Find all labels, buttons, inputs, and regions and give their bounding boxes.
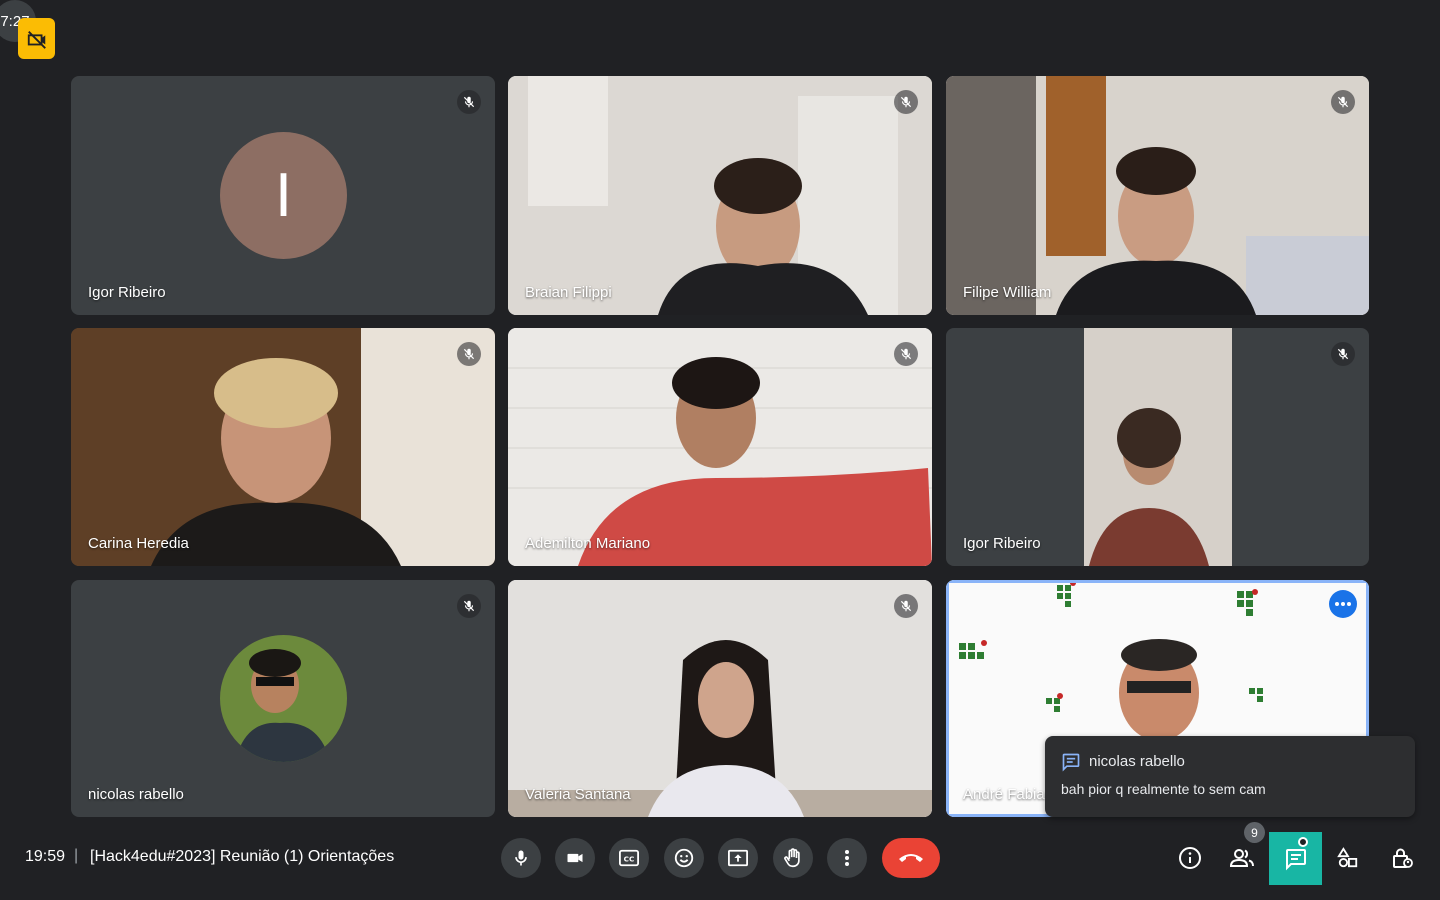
chat-button[interactable] [1269,832,1322,885]
host-controls-button[interactable] [1382,838,1422,878]
more-options-button[interactable] [1329,590,1357,618]
chat-notification[interactable]: nicolas rabello bah pior q realmente to … [1045,736,1415,817]
video-feed [508,328,932,566]
mic-off-icon [457,90,481,114]
people-count-badge: 9 [1244,822,1265,843]
mic-off-icon [894,594,918,618]
closed-captions-icon: CC [619,849,639,867]
avatar [220,635,347,762]
participant-tile[interactable]: nicolas rabello [71,580,495,817]
mic-off-icon [894,90,918,114]
participant-name: Braian Filippi [525,284,612,301]
no-camera-warning-icon [27,30,46,49]
emoji-icon [674,848,694,868]
avatar: I [220,132,347,259]
participant-name: Carina Heredia [88,535,189,552]
chat-icon [1062,753,1080,772]
chat-icon [1285,848,1306,870]
participant-name: nicolas rabello [88,786,184,803]
participant-name: André Fabia [963,786,1045,803]
video-feed [1084,328,1232,566]
participant-tile[interactable]: I Igor Ribeiro [71,76,495,315]
more-horizontal-icon [1335,602,1351,606]
mic-off-icon [1331,342,1355,366]
camera-button[interactable] [555,838,595,878]
separator: | [74,847,79,864]
mic-off-icon [1331,90,1355,114]
clock: 19:59 [25,848,66,865]
people-button[interactable] [1222,838,1262,878]
more-options-button[interactable] [827,838,867,878]
video-feed [71,328,495,566]
participant-name: Filipe William [963,284,1052,301]
mic-off-icon [457,594,481,618]
hang-up-icon [899,854,923,862]
participant-name: Igor Ribeiro [88,284,166,301]
raise-hand-button[interactable] [773,838,813,878]
svg-text:CC: CC [624,855,635,864]
microphone-button[interactable] [501,838,541,878]
info-icon [1179,847,1201,869]
video-feed [946,76,1369,315]
microphone-icon [515,850,527,866]
people-icon [1229,849,1254,867]
reactions-button[interactable] [664,838,704,878]
participant-tile[interactable]: Igor Ribeiro [946,328,1369,566]
more-vertical-icon [845,850,849,866]
present-screen-button[interactable] [718,838,758,878]
participant-name: Valeria Santana [525,786,631,803]
video-feed [508,76,932,315]
participant-name: Ademilton Mariano [525,535,651,552]
mic-off-icon [894,342,918,366]
participant-tile[interactable]: Filipe William [946,76,1369,315]
unread-dot [1298,837,1308,847]
activities-icon [1337,847,1358,868]
activities-button[interactable] [1328,838,1368,878]
mic-off-icon [457,342,481,366]
control-bar: 19:59 | [Hack4edu#2023] Reunião (1) Orie… [0,822,1440,900]
leave-call-button[interactable] [882,838,940,878]
warning-badge[interactable] [18,18,55,59]
participant-name: Igor Ribeiro [963,535,1041,552]
present-screen-icon [728,849,748,867]
lock-person-icon [1393,848,1413,868]
participant-tile[interactable]: Carina Heredia [71,328,495,566]
participant-tile[interactable]: Valeria Santana [508,580,932,817]
participant-grid: I Igor Ribeiro Braian Filippi Filipe Wil… [71,76,1369,817]
video-camera-icon [567,853,583,863]
notification-message: bah pior q realmente to sem cam [1061,781,1266,797]
video-feed [508,580,932,817]
raise-hand-icon [784,848,800,868]
meeting-title: [Hack4edu#2023] Reunião (1) Orientações [90,848,395,865]
participant-tile[interactable]: Ademilton Mariano [508,328,932,566]
participant-tile[interactable]: Braian Filippi [508,76,932,315]
notification-sender: nicolas rabello [1089,753,1185,770]
meeting-details-button[interactable] [1170,838,1210,878]
captions-button[interactable]: CC [609,838,649,878]
